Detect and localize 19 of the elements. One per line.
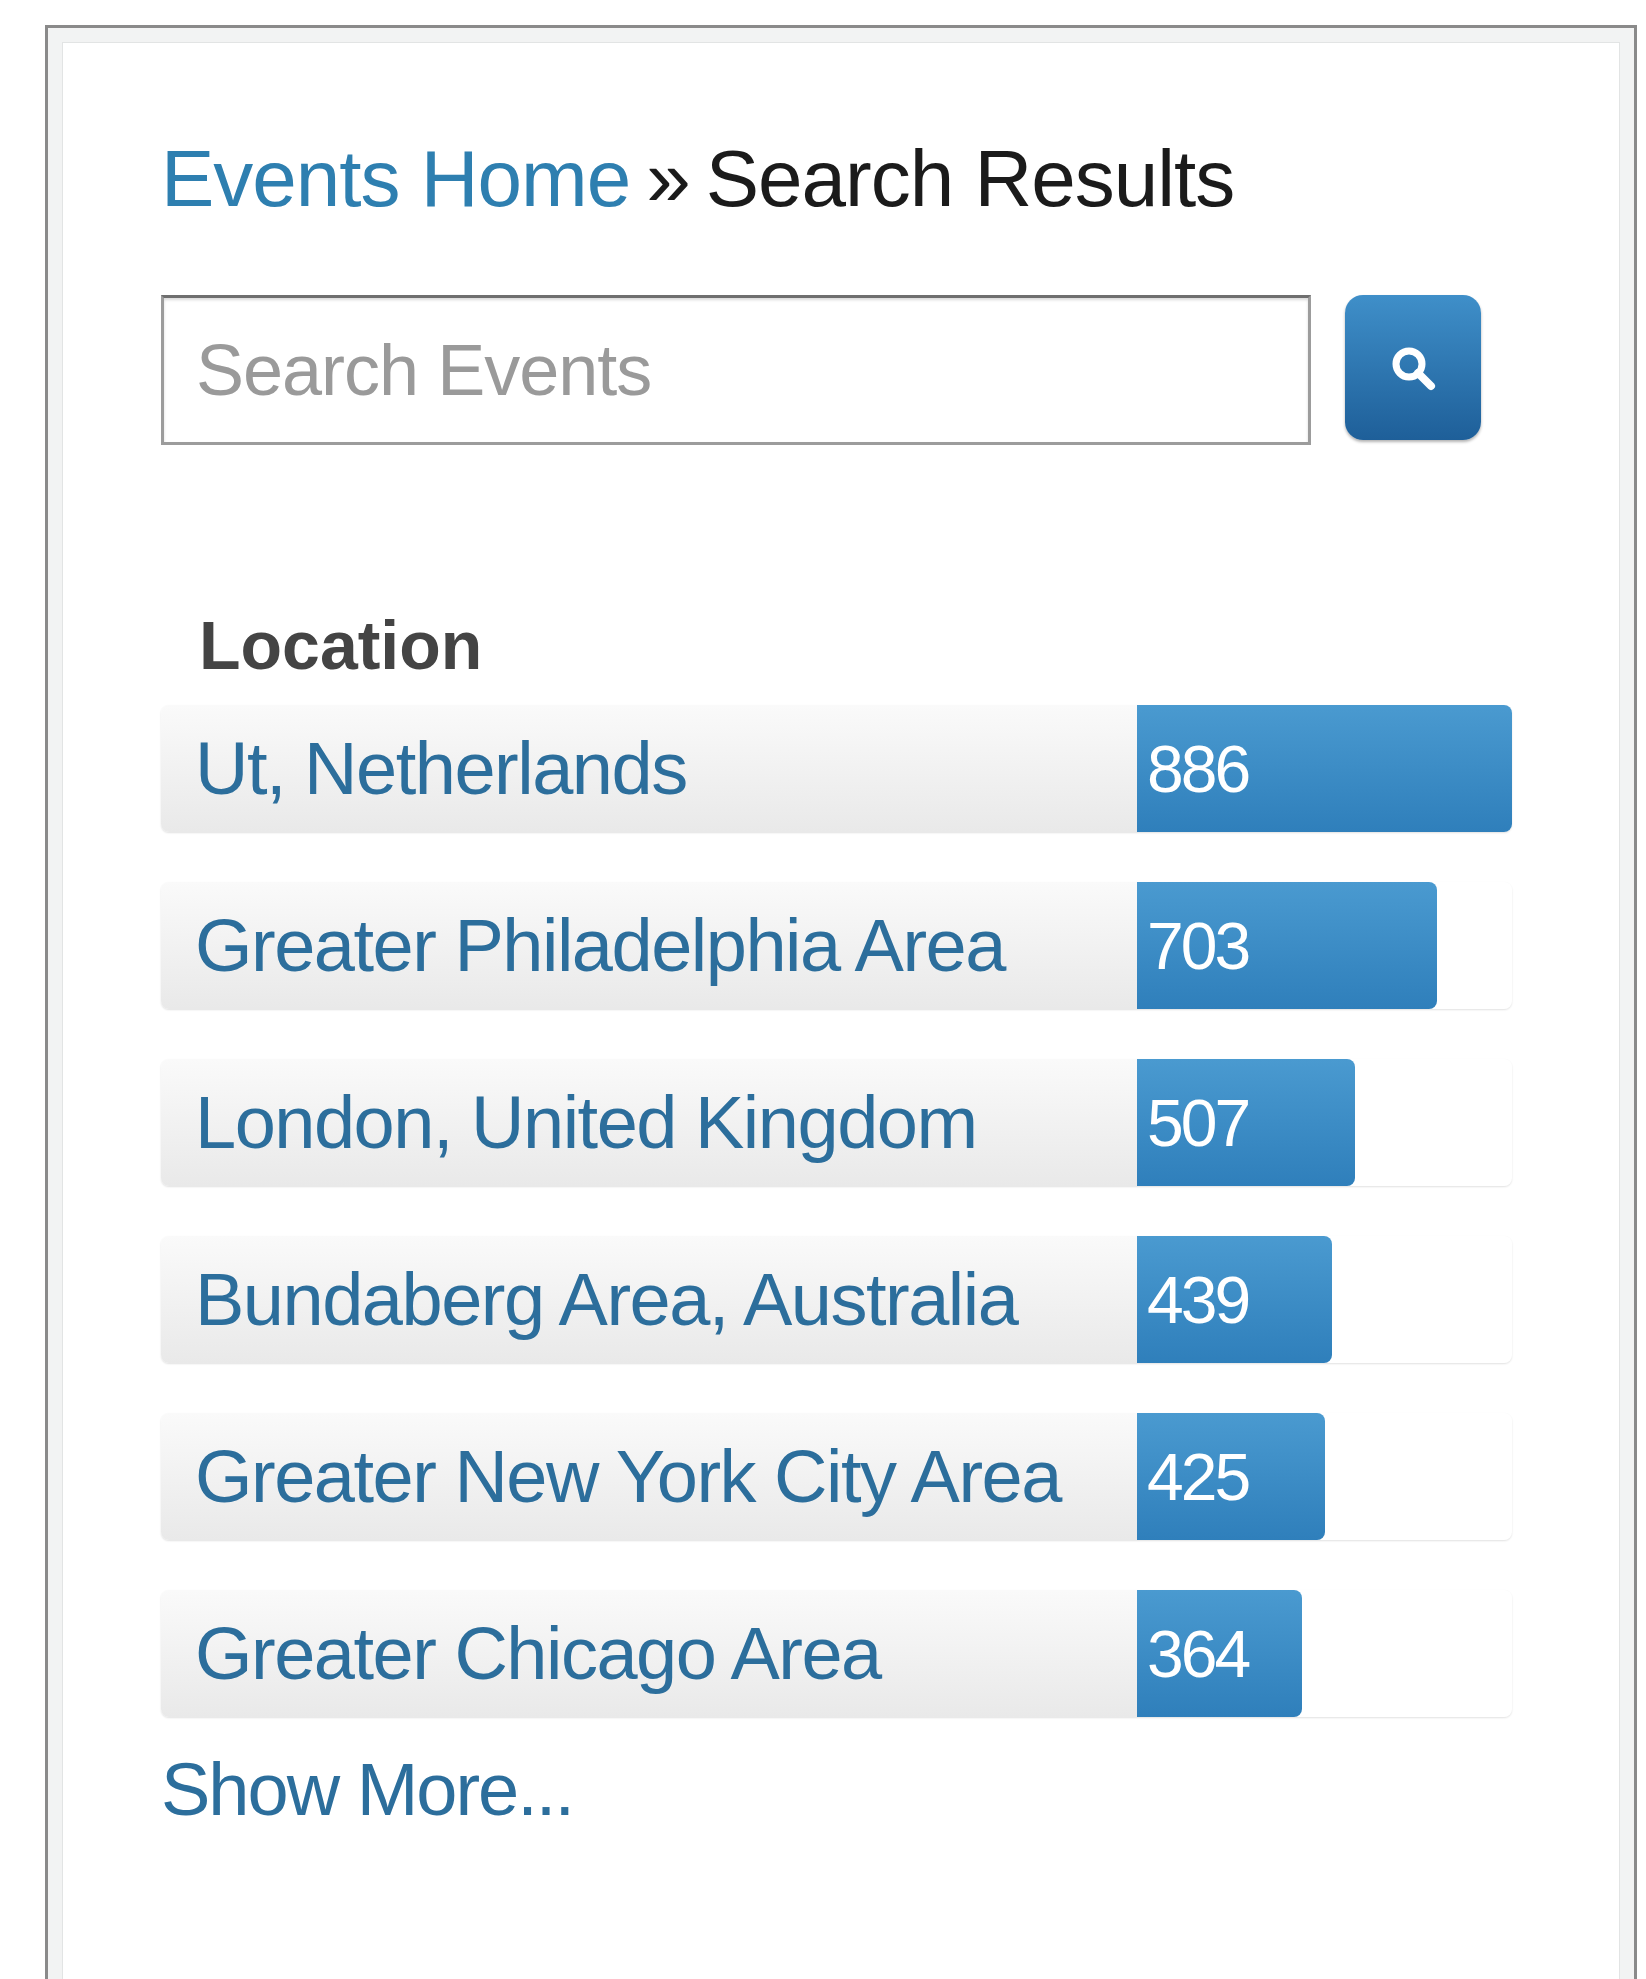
facet-title: Location	[199, 606, 484, 685]
location-facet-item[interactable]: Greater Philadelphia Area 703	[161, 882, 1512, 1009]
location-facet-item[interactable]: Bundaberg Area, Australia 439	[161, 1236, 1512, 1363]
show-more-link[interactable]: Show More...	[161, 1747, 1539, 1832]
breadcrumb-link[interactable]: Events Home	[161, 143, 631, 215]
location-facet-item[interactable]: Greater New York City Area 425	[161, 1413, 1512, 1540]
count-label: 703	[1147, 907, 1249, 985]
location-facet-item[interactable]: London, United Kingdom 507	[161, 1059, 1512, 1186]
count-label: 507	[1147, 1084, 1249, 1162]
location-facet-item[interactable]: Greater Chicago Area 364	[161, 1590, 1512, 1717]
count-label: 425	[1147, 1438, 1249, 1516]
location-facet-item[interactable]: Ut, Netherlands 886	[161, 705, 1512, 832]
breadcrumb-current: Search Results	[705, 143, 1235, 215]
search-field[interactable]: Search Events	[161, 295, 1311, 445]
count-label: 439	[1147, 1261, 1249, 1339]
search-button[interactable]	[1345, 295, 1481, 440]
count-label: 364	[1147, 1615, 1249, 1693]
count-label: 886	[1147, 730, 1249, 808]
breadcrumb-separator: »	[646, 143, 690, 215]
